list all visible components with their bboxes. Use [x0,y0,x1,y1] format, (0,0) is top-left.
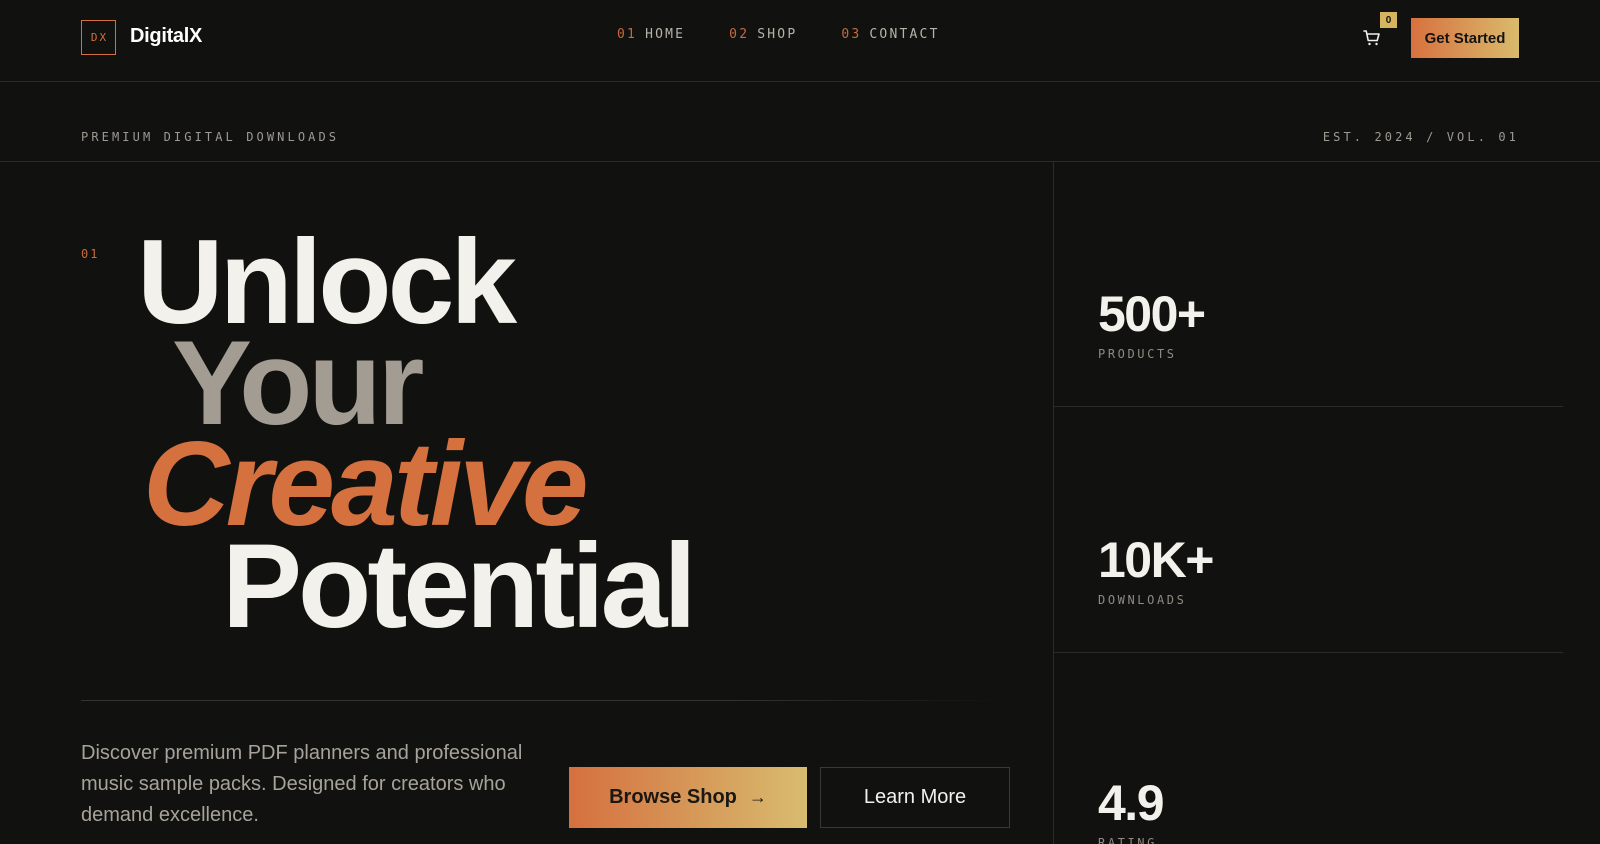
logo-mark[interactable]: DX [81,20,116,55]
main-nav: 01 HOME 02 SHOP 03 CONTACT [617,27,984,42]
nav-item-contact[interactable]: 03 CONTACT [841,27,939,42]
headline-line-4: Potential [222,519,697,653]
nav-number: 01 [617,27,638,42]
cart-count-badge: 0 [1380,12,1397,28]
nav-label: HOME [645,27,686,42]
stats-column-divider [1053,162,1054,844]
stat-rating-label: RATING [1098,836,1157,844]
stat-downloads-label: DOWNLOADS [1098,593,1187,607]
hero-divider [81,700,1008,701]
nav-label: CONTACT [869,27,940,42]
edition-label: EST. 2024 / VOL. 01 [1322,130,1519,144]
section-number: 01 [81,247,100,261]
browse-shop-button[interactable]: Browse Shop → [569,767,807,828]
stat-downloads-value: 10K+ [1098,532,1214,588]
nav-number: 03 [841,27,862,42]
stat-products-label: PRODUCTS [1098,347,1177,361]
shopping-cart-icon[interactable] [1362,28,1382,48]
brand-name[interactable]: DigitalX [130,25,202,48]
arrow-right-icon: → [748,787,767,807]
tagline: PREMIUM DIGITAL DOWNLOADS [81,130,340,144]
stat-products-value: 500+ [1098,286,1206,342]
get-started-button[interactable]: Get Started [1411,18,1519,58]
browse-shop-label: Browse Shop [609,786,737,808]
intro-strip: PREMIUM DIGITAL DOWNLOADS EST. 2024 / VO… [0,82,1600,162]
nav-number: 02 [729,27,750,42]
hero-description: Discover premium PDF planners and profes… [81,742,523,826]
stat-separator [1053,652,1563,653]
nav-item-home[interactable]: 01 HOME [617,27,685,42]
learn-more-button[interactable]: Learn More [820,767,1010,828]
stat-rating-value: 4.9 [1098,775,1165,831]
nav-label: SHOP [757,27,798,42]
stat-separator [1053,406,1563,407]
nav-item-shop[interactable]: 02 SHOP [729,27,797,42]
site-header: DX DigitalX 01 HOME 02 SHOP 03 CONTACT 0… [0,0,1600,82]
